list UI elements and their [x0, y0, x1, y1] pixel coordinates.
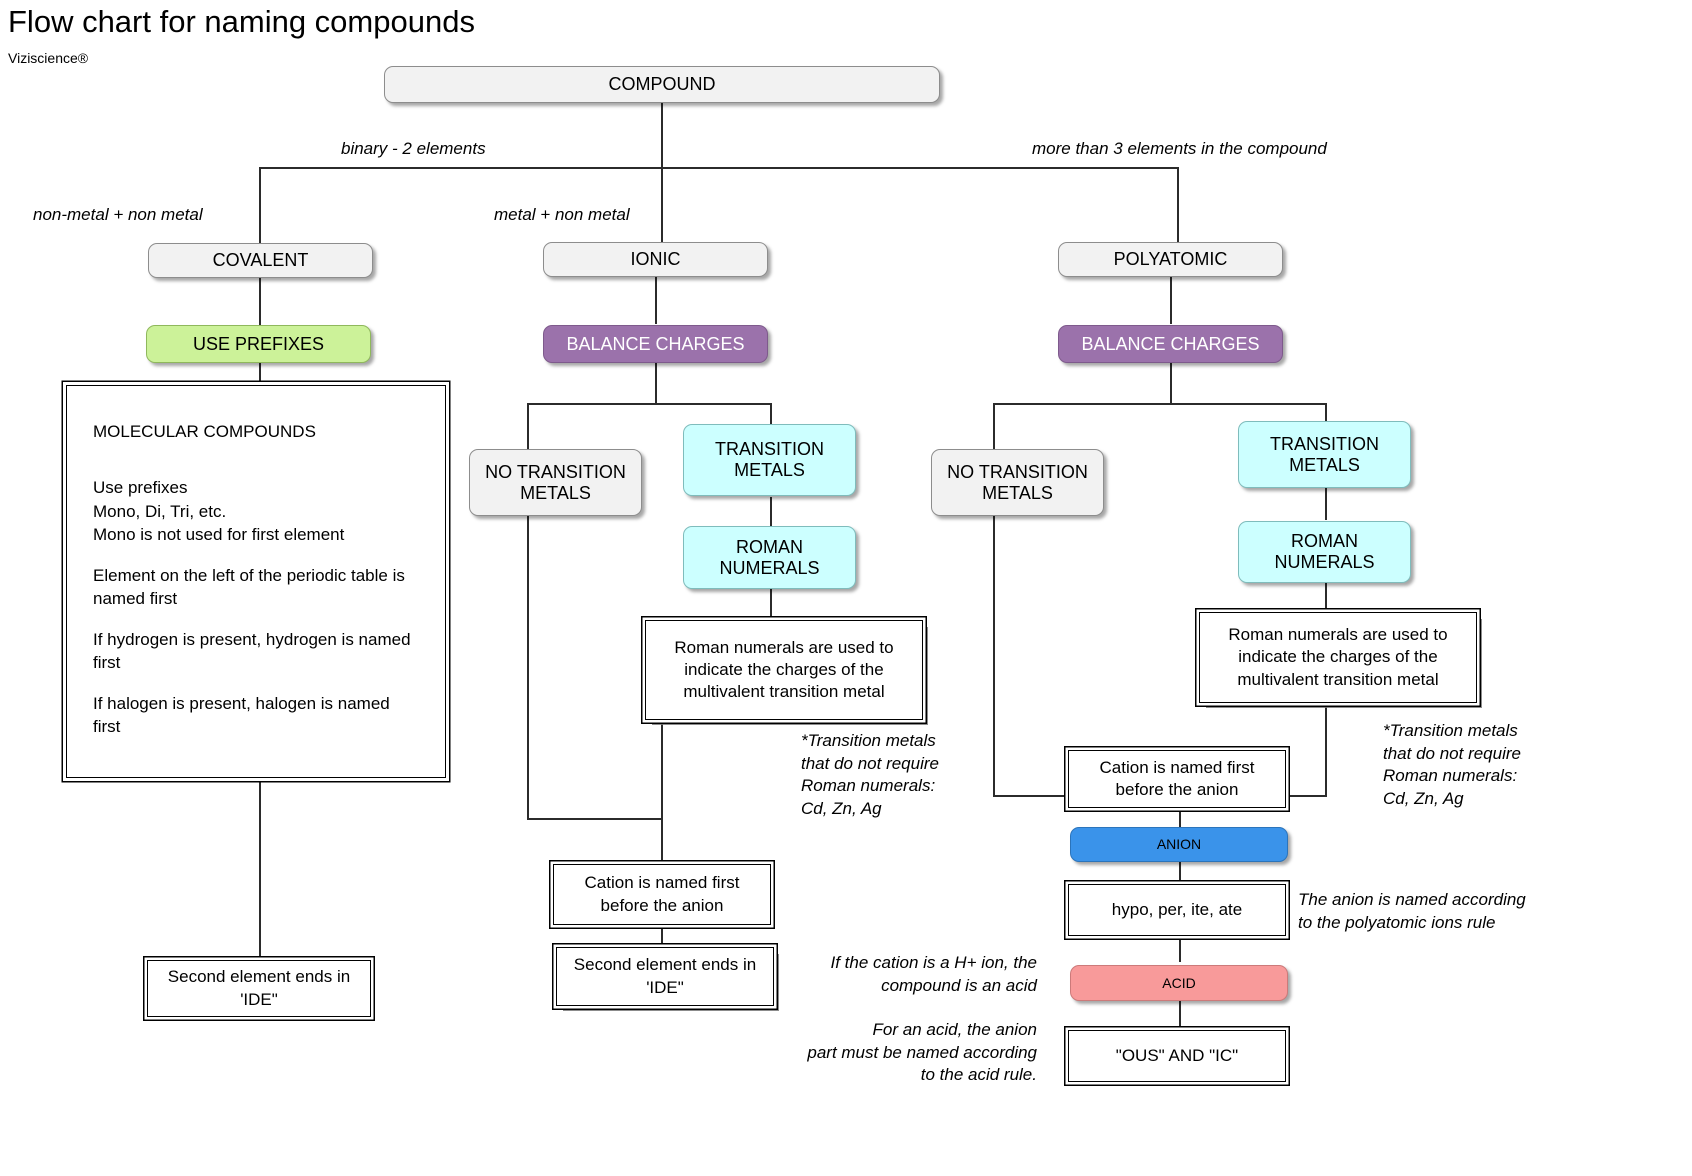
node-poly-no-transition-metals[interactable]: NO TRANSITION METALS: [931, 449, 1104, 516]
box-ionic-cation-first: Cation is named first before the anion: [553, 864, 771, 925]
edge-roman-down-poly: [1325, 703, 1327, 795]
node-ionic-no-transition-label: NO TRANSITION METALS: [485, 461, 626, 503]
edge-ionic-split-bus: [527, 403, 771, 405]
node-anion-label: ANION: [1156, 836, 1202, 853]
edge-ionic-balance: [655, 276, 657, 324]
node-poly-balance-label: BALANCE CHARGES: [1081, 333, 1260, 354]
box-poly-cation-first-label: Cation is named first before the anion: [1099, 757, 1255, 799]
edge-to-transition-ionic: [770, 403, 772, 424]
node-use-prefixes-label: USE PREFIXES: [192, 333, 325, 354]
box-poly-hypo-label: hypo, per, ite, ate: [1111, 899, 1243, 919]
edge-label-more-than-3: more than 3 elements in the compound: [1032, 139, 1327, 158]
edge-cation-to-anion: [1179, 808, 1181, 828]
molecular-line-2: If hydrogen is present, hydrogen is name…: [93, 629, 411, 673]
node-acid-label: ACID: [1162, 974, 1196, 991]
flowchart-canvas: Flow chart for naming compounds Viziscie…: [0, 0, 1692, 1176]
note-poly-transition-metals: *Transition metals that do not require R…: [1383, 721, 1521, 808]
edge-acid-to-ousic: [1179, 1001, 1181, 1030]
edge-to-ionic: [661, 167, 663, 243]
edge-poly-split-bus: [993, 403, 1326, 405]
note-acid-rule: For an acid, the anion part must be name…: [807, 1020, 1037, 1085]
edge-prefixes-molecular: [259, 362, 261, 387]
edge-ionic-merge-bus: [527, 818, 662, 820]
molecular-line-0: Use prefixes Mono, Di, Tri, etc. Mono is…: [93, 478, 345, 545]
node-poly-transition-metals[interactable]: TRANSITION METALS: [1238, 421, 1411, 488]
note-anion-rule: The anion is named according to the poly…: [1298, 890, 1526, 932]
brand-label: Viziscience®: [8, 50, 89, 66]
page-title: Flow chart for naming compounds: [8, 4, 475, 39]
molecular-compounds-title: MOLECULAR COMPOUNDS: [93, 422, 316, 441]
box-covalent-second-element-ide-label: Second element ends in 'IDE": [167, 967, 351, 1009]
molecular-compounds-box: MOLECULAR COMPOUNDS Use prefixes Mono, D…: [66, 385, 446, 778]
edge-roman-explain-ionic: [770, 589, 772, 620]
box-poly-ous-ic-label: "OUS" AND "IC": [1115, 1045, 1239, 1065]
edge-hypo-to-acid: [1179, 936, 1181, 962]
node-ionic-transition-label: TRANSITION METALS: [714, 439, 824, 480]
node-ionic-balance-label: BALANCE CHARGES: [566, 333, 745, 354]
box-ionic-roman-explain-label: Roman numerals are used to indicate the …: [674, 637, 894, 702]
node-ionic-label: IONIC: [630, 249, 681, 270]
molecular-line-1: Element on the left of the periodic tabl…: [93, 565, 405, 609]
edge-transition-roman-ionic: [770, 497, 772, 527]
molecular-line-3: If halogen is present, halogen is named …: [93, 693, 390, 737]
edge-to-no-transition-ionic: [527, 403, 529, 450]
molecular-spacer: [93, 460, 419, 466]
box-poly-roman-explain-label: Roman numerals are used to indicate the …: [1228, 625, 1448, 689]
edge-to-covalent: [259, 167, 261, 243]
node-use-prefixes[interactable]: USE PREFIXES: [146, 325, 371, 363]
node-ionic-roman-numerals[interactable]: ROMAN NUMERALS: [683, 526, 856, 589]
node-ionic-transition-metals[interactable]: TRANSITION METALS: [683, 424, 856, 496]
node-ionic[interactable]: IONIC: [543, 242, 768, 277]
node-polyatomic[interactable]: POLYATOMIC: [1058, 242, 1283, 277]
edge-roman-to-cation-ionic: [661, 720, 663, 864]
box-ionic-roman-explain: Roman numerals are used to indicate the …: [645, 620, 923, 720]
edge-covalent-prefixes: [259, 277, 261, 325]
node-ionic-roman-label: ROMAN NUMERALS: [719, 536, 820, 578]
edge-balance-split: [655, 362, 657, 404]
edge-no-transition-drop-ionic: [527, 516, 529, 819]
note-acid-cation: If the cation is a H+ ion, the compound …: [830, 953, 1037, 995]
edge-label-nonmetal-nonmetal: non-metal + non metal: [33, 205, 203, 224]
node-covalent[interactable]: COVALENT: [148, 243, 373, 278]
edge-poly-balance: [1170, 276, 1172, 324]
edge-transition-roman-poly: [1325, 488, 1327, 520]
edge-molecular-ide: [259, 778, 261, 960]
box-poly-roman-explain: Roman numerals are used to indicate the …: [1199, 612, 1477, 703]
edge-top-bus: [259, 167, 1178, 169]
node-poly-balance-charges[interactable]: BALANCE CHARGES: [1058, 325, 1283, 363]
node-ionic-no-transition-metals[interactable]: NO TRANSITION METALS: [469, 449, 642, 516]
box-poly-hypo-per-ite-ate: hypo, per, ite, ate: [1068, 884, 1286, 936]
node-poly-roman-label: ROMAN NUMERALS: [1274, 531, 1375, 572]
node-acid[interactable]: ACID: [1070, 965, 1288, 1001]
node-ionic-balance-charges[interactable]: BALANCE CHARGES: [543, 325, 768, 363]
edge-label-metal-nonmetal: metal + non metal: [494, 205, 630, 224]
node-compound[interactable]: COMPOUND: [384, 66, 940, 103]
edge-label-binary: binary - 2 elements: [341, 139, 486, 158]
box-ionic-cation-first-label: Cation is named first before the anion: [584, 873, 740, 915]
edge-to-polyatomic: [1177, 167, 1179, 243]
edge-poly-balance-split: [1170, 362, 1172, 404]
note-ionic-transition-metals: *Transition metals that do not require R…: [801, 731, 939, 818]
node-poly-no-transition-label: NO TRANSITION METALS: [947, 461, 1088, 503]
node-polyatomic-label: POLYATOMIC: [1113, 249, 1228, 270]
edge-anion-to-hypo: [1179, 862, 1181, 884]
edge-poly-merge-right: [1289, 795, 1327, 797]
node-poly-roman-numerals[interactable]: ROMAN NUMERALS: [1238, 521, 1411, 583]
node-poly-transition-label: TRANSITION METALS: [1269, 433, 1379, 475]
box-covalent-second-element-ide: Second element ends in 'IDE": [147, 960, 371, 1017]
node-anion[interactable]: ANION: [1070, 827, 1288, 862]
box-poly-cation-first: Cation is named first before the anion: [1068, 750, 1286, 808]
node-compound-label: COMPOUND: [608, 74, 716, 95]
box-ionic-second-element-ide-label: Second element ends in 'IDE": [573, 955, 757, 997]
node-covalent-label: COVALENT: [212, 250, 309, 271]
edge-roman-explain-poly: [1325, 582, 1327, 612]
edge-to-transition-poly: [1325, 403, 1327, 421]
box-poly-ous-ic: "OUS" AND "IC": [1068, 1030, 1286, 1082]
edge-compound-stem: [661, 102, 663, 168]
edge-to-no-transition-poly: [993, 403, 995, 450]
